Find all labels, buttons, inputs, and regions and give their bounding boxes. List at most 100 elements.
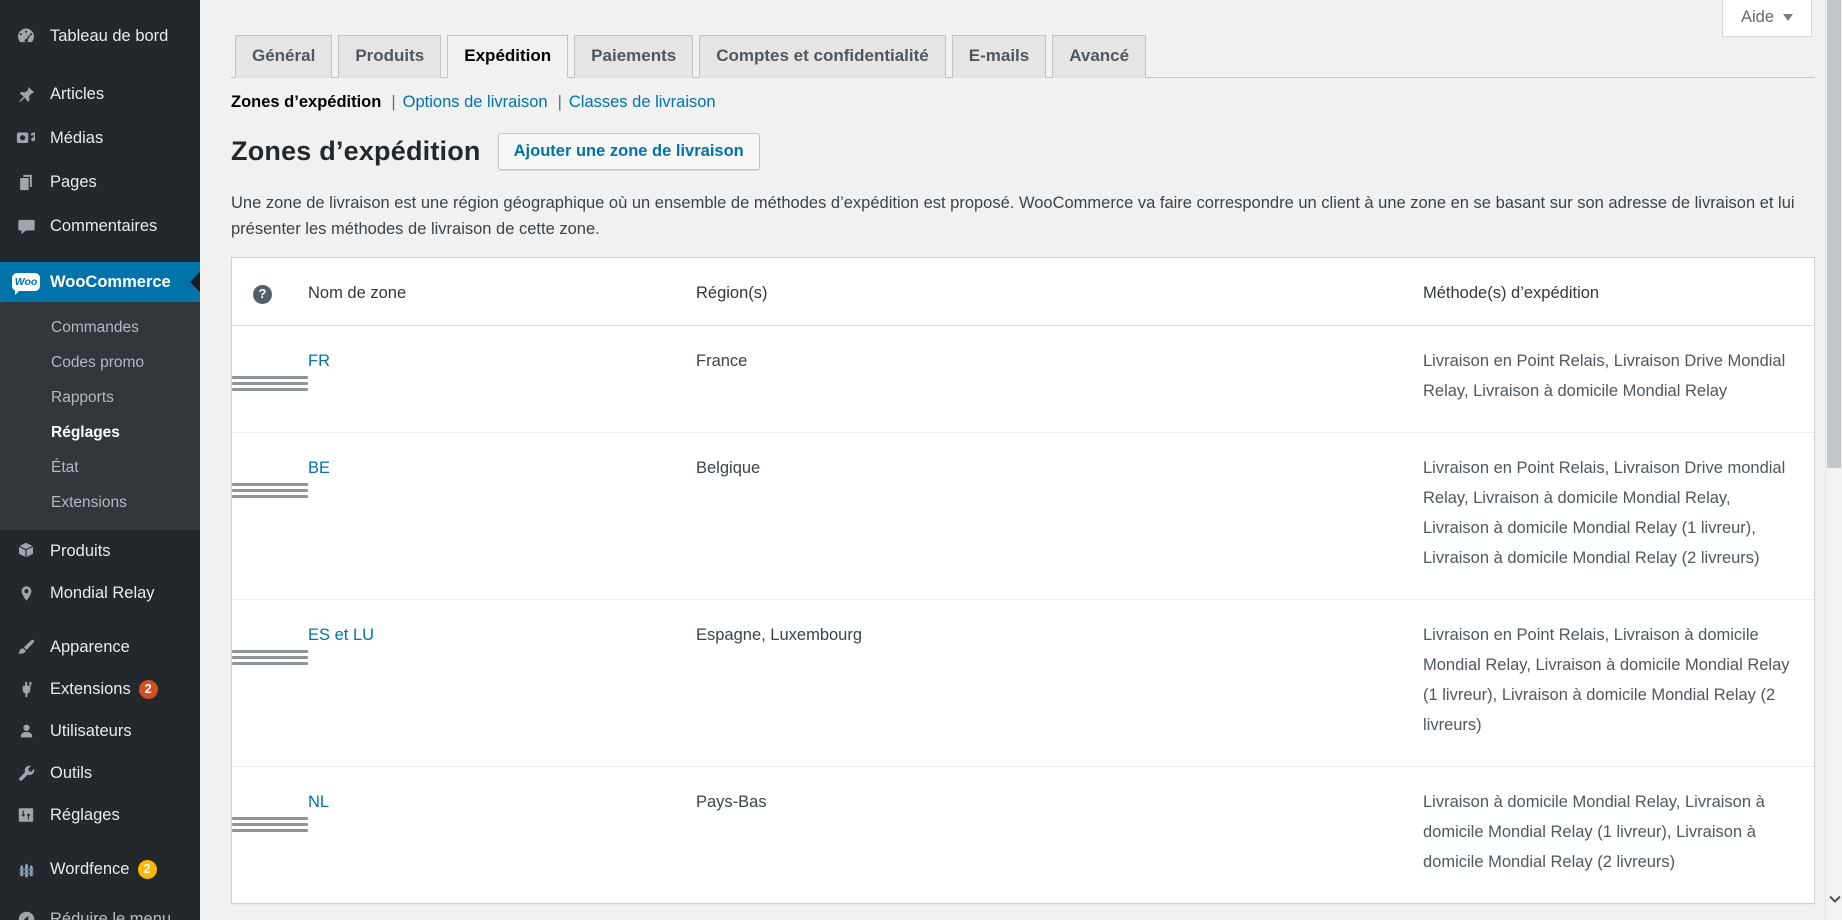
sidebar-item-label: Réglages	[50, 805, 120, 824]
menu-separator	[0, 836, 200, 848]
users-icon	[14, 722, 38, 740]
subnav-options-livraison[interactable]: Options de livraison	[403, 93, 548, 112]
title-row: Zones d’expédition Ajouter une zone de l…	[231, 133, 1815, 170]
woocommerce-submenu: Commandes Codes promo Rapports Réglages …	[0, 302, 200, 530]
tab-general[interactable]: Général	[235, 35, 333, 78]
submenu-item-rapports[interactable]: Rapports	[0, 380, 200, 415]
menu-separator	[0, 58, 200, 72]
table-header-handle: ?	[232, 278, 308, 308]
zone-regions: Pays-Bas	[696, 793, 767, 811]
sidebar-item-label: Réduire le menu	[50, 909, 172, 920]
sidebar-item-label: Médias	[50, 128, 104, 147]
submenu-item-codes-promo[interactable]: Codes promo	[0, 345, 200, 380]
zone-name-link[interactable]: FR	[308, 352, 330, 370]
zone-regions: Espagne, Luxembourg	[696, 626, 863, 644]
chevron-down-icon	[1783, 14, 1793, 26]
media-icon	[14, 128, 38, 148]
sidebar-item-mondial-relay[interactable]: Mondial Relay	[0, 572, 200, 614]
subnav-classes-livraison[interactable]: Classes de livraison	[569, 93, 716, 112]
tab-comptes[interactable]: Comptes et confidentialité	[699, 35, 946, 78]
sidebar-item-woocommerce[interactable]: Woo WooCommerce	[0, 262, 200, 302]
sidebar-item-outils[interactable]: Outils	[0, 752, 200, 794]
zone-name-link[interactable]: NL	[308, 793, 329, 811]
sidebar-item-medias[interactable]: Médias	[0, 116, 200, 160]
drag-handle-icon[interactable]	[232, 483, 308, 498]
sidebar-item-dashboard[interactable]: Tableau de bord	[0, 14, 200, 58]
help-button[interactable]: Aide	[1721, 0, 1812, 37]
submenu-item-etat[interactable]: État	[0, 450, 200, 485]
submenu-item-reglages[interactable]: Réglages	[0, 415, 200, 450]
notification-count-badge: 2	[137, 859, 157, 879]
tab-produits[interactable]: Produits	[338, 35, 442, 78]
zone-methods: Livraison en Point Relais, Livraison Dri…	[1423, 459, 1786, 567]
page-title: Zones d’expédition	[231, 136, 481, 166]
tab-avance[interactable]: Avancé	[1052, 35, 1147, 78]
settings-tabs: Général Produits Expédition Paiements Co…	[231, 35, 1815, 78]
drag-handle-icon[interactable]	[232, 376, 308, 391]
zone-row-be: BE Belgique Livraison en Point Relais, L…	[232, 432, 1814, 599]
zone-name-link[interactable]: BE	[308, 459, 330, 477]
sidebar-item-reglages-wp[interactable]: Réglages	[0, 794, 200, 836]
subnav-separator: |	[391, 93, 396, 111]
pin-icon	[14, 85, 38, 104]
zone-row-fr: FR France Livraison en Point Relais, Liv…	[232, 326, 1814, 432]
table-header-zone-name: Nom de zone	[308, 284, 407, 302]
menu-separator	[0, 890, 200, 898]
subnav-separator: |	[557, 93, 562, 111]
sidebar-item-articles[interactable]: Articles	[0, 72, 200, 116]
table-header-row: ? Nom de zone Région(s) Méthode(s) d’exp…	[232, 258, 1814, 326]
submenu-item-commandes[interactable]: Commandes	[0, 310, 200, 345]
sidebar-item-commentaires[interactable]: Commentaires	[0, 204, 200, 248]
update-count-badge: 2	[138, 679, 158, 699]
sidebar-item-label: Pages	[50, 172, 97, 191]
sidebar-item-label: Commentaires	[50, 216, 158, 235]
menu-separator	[0, 248, 200, 262]
vertical-scrollbar[interactable]	[1825, 0, 1842, 920]
appearance-icon	[14, 638, 38, 657]
sidebar-item-label: Apparence	[50, 637, 130, 656]
sidebar-item-pages[interactable]: Pages	[0, 160, 200, 204]
scrollbar-thumb[interactable]	[1827, 0, 1841, 468]
zone-methods: Livraison en Point Relais, Livraison à d…	[1423, 626, 1790, 734]
add-zone-button[interactable]: Ajouter une zone de livraison	[497, 133, 760, 170]
tab-expedition[interactable]: Expédition	[447, 35, 569, 78]
subnav-zones-expedition[interactable]: Zones d’expédition	[231, 93, 381, 112]
sidebar-item-label: Utilisateurs	[50, 721, 132, 740]
admin-sidebar: Tableau de bord Articles Médias Pages Co…	[0, 0, 200, 920]
table-header-methods: Méthode(s) d’expédition	[1423, 284, 1600, 302]
woocommerce-settings-screen: Tableau de bord Articles Médias Pages Co…	[0, 0, 1842, 920]
sidebar-item-wordfence[interactable]: Wordfence 2	[0, 848, 200, 890]
zone-row-es-lu: ES et LU Espagne, Luxembourg Livraison e…	[232, 599, 1814, 766]
pages-icon	[14, 173, 38, 192]
sidebar-item-label: Outils	[50, 763, 93, 782]
shipping-zones-table: ? Nom de zone Région(s) Méthode(s) d’exp…	[231, 257, 1815, 904]
drag-handle-icon[interactable]	[232, 817, 308, 832]
sidebar-item-label: Extensions	[50, 679, 131, 698]
zone-methods: Livraison à domicile Mondial Relay, Livr…	[1423, 793, 1765, 871]
table-header-regions: Région(s)	[696, 284, 768, 302]
drag-handle-icon[interactable]	[232, 650, 308, 665]
wordfence-icon	[14, 860, 38, 879]
submenu-item-extensions[interactable]: Extensions	[0, 485, 200, 520]
sidebar-item-utilisateurs[interactable]: Utilisateurs	[0, 710, 200, 752]
products-icon	[14, 541, 38, 561]
help-icon[interactable]: ?	[253, 284, 272, 304]
sidebar-item-label: Articles	[50, 84, 105, 103]
main-content: Aide Général Produits Expédition Paiemen…	[200, 0, 1842, 920]
sidebar-item-produits[interactable]: Produits	[0, 530, 200, 572]
dashboard-icon	[14, 26, 38, 46]
sidebar-item-extensions[interactable]: Extensions 2	[0, 668, 200, 710]
shipping-subnav: Zones d’expédition | Options de livraiso…	[231, 93, 1815, 112]
sidebar-item-label: Mondial Relay	[50, 583, 155, 602]
zone-regions: France	[696, 352, 748, 370]
sidebar-item-apparence[interactable]: Apparence	[0, 626, 200, 668]
sidebar-item-label: Produits	[50, 541, 111, 560]
scroll-down-arrow[interactable]	[1827, 890, 1842, 908]
tab-paiements[interactable]: Paiements	[574, 35, 694, 78]
tab-emails[interactable]: E-mails	[951, 35, 1047, 78]
zone-name-link[interactable]: ES et LU	[308, 626, 374, 644]
zone-methods: Livraison en Point Relais, Livraison Dri…	[1423, 352, 1786, 400]
tools-icon	[14, 764, 38, 783]
woocommerce-icon: Woo	[11, 272, 41, 295]
sidebar-item-collapse-menu[interactable]: Réduire le menu	[0, 898, 200, 920]
